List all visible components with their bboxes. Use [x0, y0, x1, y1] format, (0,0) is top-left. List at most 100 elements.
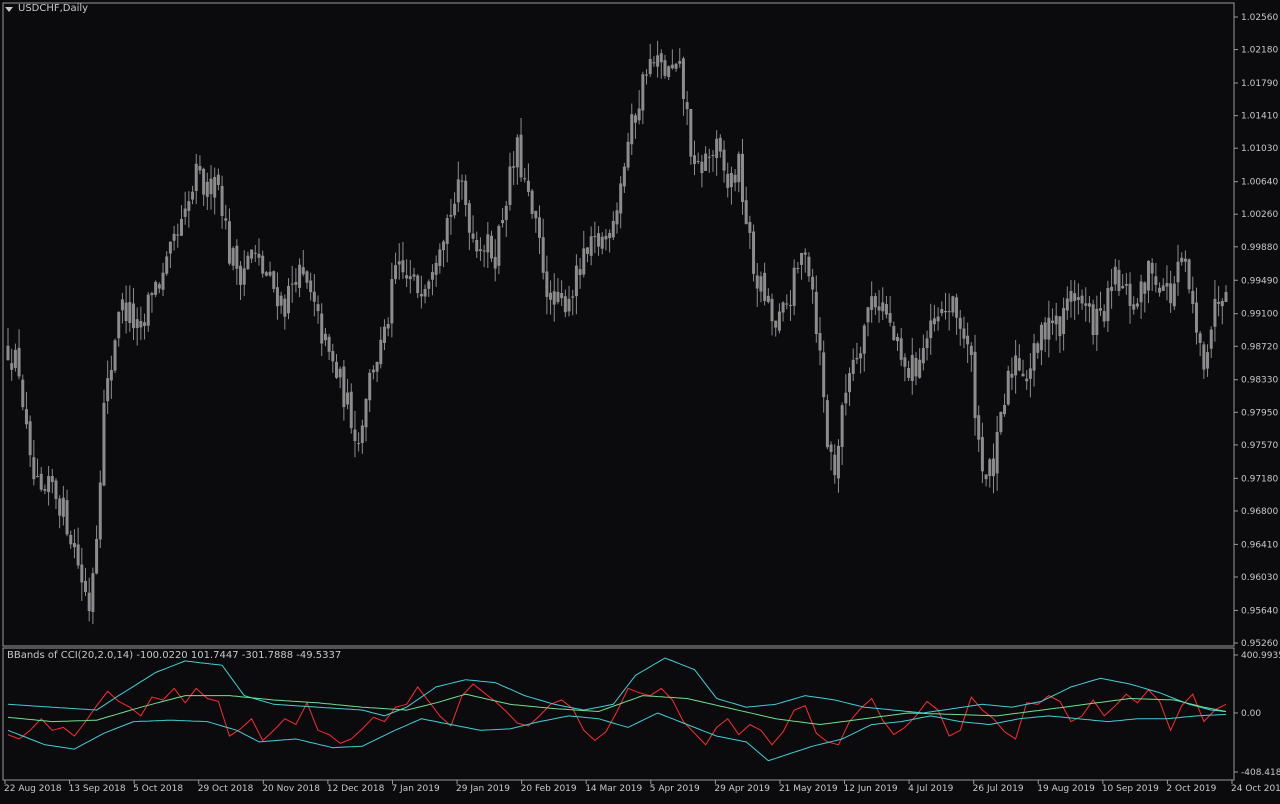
- candle-body: [704, 153, 708, 171]
- candle-body: [264, 272, 268, 276]
- candle-body: [84, 580, 88, 593]
- candle-body: [541, 237, 545, 273]
- price-axis-label: 1.02560: [1241, 13, 1278, 23]
- candle-body: [766, 295, 770, 303]
- time-axis-label: 26 Jul 2019: [973, 784, 1024, 794]
- candle-body: [788, 304, 792, 306]
- candle-body: [567, 298, 571, 312]
- candle-body: [589, 236, 593, 256]
- candle-body: [1117, 269, 1121, 292]
- candle-body: [936, 316, 940, 322]
- candle-body: [611, 220, 615, 238]
- candle-body: [1183, 258, 1187, 262]
- price-axis-label: 0.97950: [1241, 408, 1278, 418]
- candle-body: [482, 250, 486, 252]
- candle-body: [76, 544, 80, 566]
- candle-body: [921, 348, 925, 364]
- candle-body: [1062, 308, 1066, 335]
- candle-body: [951, 296, 955, 313]
- candle-body: [430, 272, 434, 280]
- candle-body: [814, 291, 818, 335]
- candle-body: [216, 174, 220, 185]
- candle-body: [1143, 282, 1147, 294]
- candle-body: [910, 354, 914, 381]
- candle-body: [800, 252, 804, 265]
- candle-body: [475, 239, 479, 252]
- candle-body: [176, 234, 180, 236]
- candle-body: [364, 398, 368, 428]
- candle-body: [907, 368, 911, 378]
- price-axis-label: 0.99490: [1241, 276, 1278, 286]
- candle-body: [903, 357, 907, 367]
- candle-body: [862, 325, 866, 354]
- candle-body: [519, 134, 523, 178]
- candle-body: [1124, 284, 1128, 286]
- chart-canvas[interactable]: 1.02560 1.02180 1.01790 1.01410 1.01030 1.006…: [0, 0, 1280, 800]
- candle-body: [1091, 304, 1095, 336]
- candle-body: [877, 306, 881, 311]
- candle-body: [65, 500, 69, 535]
- candle-body: [338, 368, 342, 378]
- candle-body: [467, 203, 471, 233]
- candle-body: [1128, 283, 1132, 306]
- candle-body: [707, 156, 711, 158]
- candle-body: [442, 241, 446, 251]
- candle-body: [1180, 257, 1184, 263]
- candle-body: [1139, 281, 1143, 303]
- candle-body: [327, 336, 331, 352]
- candle-body: [1161, 285, 1165, 291]
- candle-body: [32, 457, 36, 480]
- candle-body: [298, 264, 302, 288]
- candle-body: [803, 252, 807, 255]
- candle-body: [504, 205, 508, 220]
- symbol-label: USDCHF,Daily: [18, 3, 89, 14]
- candle-body: [161, 272, 165, 290]
- time-axis-label: 7 Jan 2019: [391, 784, 439, 794]
- candle-body: [848, 373, 852, 393]
- candle-body: [334, 361, 338, 378]
- candle-body: [239, 265, 243, 285]
- candle-body: [1036, 343, 1040, 353]
- candle-body: [117, 311, 121, 339]
- candle-body: [386, 324, 390, 329]
- candle-body: [1028, 368, 1032, 379]
- price-axis-label: 0.98330: [1241, 376, 1278, 386]
- candle-body: [305, 271, 309, 283]
- collapse-arrow-icon[interactable]: [5, 7, 13, 12]
- candle-body: [1054, 315, 1058, 325]
- candle-body: [829, 444, 833, 452]
- candle-body: [600, 236, 604, 249]
- candle-body: [833, 454, 837, 476]
- price-axis-label: 1.01410: [1241, 112, 1278, 122]
- candle-body: [261, 255, 265, 274]
- candle-body: [1076, 297, 1080, 300]
- candle-body: [763, 272, 767, 301]
- candle-body: [515, 137, 519, 168]
- candle-body: [342, 366, 346, 408]
- candle-body: [777, 311, 781, 331]
- candle-body: [401, 260, 405, 273]
- candle-body: [630, 114, 634, 145]
- candle-body: [678, 61, 682, 64]
- candle-body: [807, 256, 811, 277]
- candle-body: [95, 538, 99, 574]
- candle-body: [1021, 373, 1025, 377]
- candle-body: [973, 351, 977, 419]
- candle-body: [740, 153, 744, 202]
- candle-body: [999, 411, 1003, 433]
- candle-body: [1224, 292, 1228, 303]
- candle-body: [246, 255, 250, 270]
- chart-window[interactable]: 1.02560 1.02180 1.01790 1.01410 1.01030 1.006…: [0, 0, 1280, 800]
- time-axis-label: 19 Aug 2019: [1037, 784, 1095, 794]
- candle-body: [98, 482, 102, 540]
- candle-body: [416, 275, 420, 294]
- candle-body: [250, 249, 254, 259]
- candle-body: [287, 285, 291, 314]
- candle-body: [13, 349, 17, 368]
- candle-body: [449, 214, 453, 217]
- price-axis-label: 1.01790: [1241, 79, 1278, 89]
- candle-body: [346, 392, 350, 405]
- candle-body: [552, 291, 556, 305]
- time-axis-label: 20 Nov 2018: [262, 784, 320, 794]
- candle-body: [460, 180, 464, 182]
